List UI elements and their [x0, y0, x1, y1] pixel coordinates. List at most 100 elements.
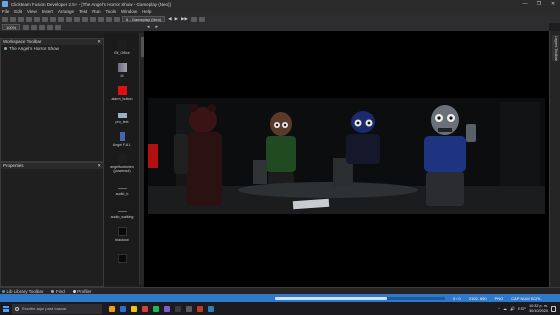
taskbar-app-icon[interactable] [139, 302, 150, 315]
object-item[interactable]: audio_walking [104, 197, 139, 220]
zoom-dropdown[interactable]: 100% [2, 24, 21, 30]
menu-view[interactable]: View [27, 9, 37, 14]
object-item[interactable]: III [104, 56, 139, 79]
frame-dropdown[interactable]: 6 - Gameplay (Neo) [122, 16, 166, 22]
tab-label: Lib Library Toolbar [6, 288, 44, 294]
center-icon[interactable] [39, 24, 46, 30]
zoom-in-icon[interactable] [23, 24, 30, 30]
object-item[interactable]: audio_b [104, 174, 139, 197]
object-label: audio_walking [110, 215, 134, 219]
notification-icon[interactable] [551, 305, 556, 312]
tab-library-toolbar[interactable]: Lib Library Toolbar [2, 289, 43, 294]
clock[interactable]: 10:32 p. m. 30/10/2020 [529, 304, 548, 313]
minimize-button[interactable]: — [518, 1, 532, 7]
language-indicator[interactable]: ESP [518, 306, 526, 311]
object-thumbnail [119, 132, 125, 141]
object-thumbnail [117, 63, 127, 72]
object-item[interactable]: pro_text [104, 102, 139, 125]
prev-frame-button[interactable]: ◀ [168, 16, 171, 22]
volume-icon[interactable]: 🔊 [510, 306, 515, 311]
object-label: alarm_button [111, 97, 133, 101]
cut-icon[interactable] [26, 16, 32, 22]
object-label: Angel F.A.I. [112, 143, 132, 147]
main-toolbar: 6 - Gameplay (Neo) ◀ ▶ ▶▶ [0, 15, 560, 23]
storyboard-icon[interactable] [90, 16, 96, 22]
menu-file[interactable]: File [2, 9, 9, 14]
tree-item-application[interactable]: The Angel's Horror Show [1, 45, 103, 52]
object-item[interactable] [104, 243, 139, 266]
last-frame-button[interactable]: ▶▶ [181, 16, 188, 22]
profiler-icon [72, 289, 76, 293]
app-icon [119, 305, 126, 312]
taskbar-app-icon[interactable] [183, 302, 194, 315]
menu-edit[interactable]: Edit [14, 9, 22, 14]
game-scene-view[interactable] [148, 98, 545, 214]
bottom-dock-tabs: Lib Library Toolbar Find Profiler [0, 287, 560, 294]
app-icon [174, 305, 181, 312]
close-button[interactable]: ✕ [546, 1, 560, 7]
tab-profiler[interactable]: Profiler [72, 289, 91, 294]
run-app-icon[interactable] [66, 16, 72, 22]
taskbar-app-icon[interactable] [128, 302, 139, 315]
menu-insert[interactable]: Insert [42, 9, 53, 14]
object-label: III [120, 74, 124, 78]
menu-window[interactable]: Window [121, 9, 137, 14]
save-icon[interactable] [18, 16, 24, 22]
snap-icon[interactable] [198, 16, 205, 22]
tab-scroll-left-icon[interactable]: ◂ [144, 24, 153, 30]
maximize-button[interactable]: ❐ [532, 1, 546, 7]
tab-label: Find [55, 288, 65, 294]
app-icon [2, 1, 8, 7]
tab-find[interactable]: Find [51, 288, 65, 294]
taskbar-app-icon[interactable] [161, 302, 172, 315]
event-editor-icon[interactable] [106, 16, 112, 22]
menu-tools[interactable]: Tools [106, 9, 117, 14]
onedrive-icon[interactable]: ☁ [503, 306, 507, 311]
menu-help[interactable]: Help [142, 9, 151, 14]
frame-editor-canvas[interactable] [144, 31, 549, 287]
taskbar-search-box[interactable]: Escribe aquí para buscar [12, 303, 102, 314]
frame-editor-icon[interactable] [98, 16, 104, 22]
tab-scroll-right-icon[interactable]: ▸ [153, 24, 162, 30]
redo-icon[interactable] [58, 16, 64, 22]
object-label: pro_text [115, 120, 129, 124]
menu-run[interactable]: Run [92, 9, 100, 14]
next-frame-button[interactable]: ▶ [175, 16, 178, 22]
taskbar-app-icon[interactable] [172, 302, 183, 315]
taskbar-app-icon[interactable] [117, 302, 128, 315]
menu-test[interactable]: Test [79, 9, 87, 14]
open-icon[interactable] [10, 16, 16, 22]
status-size: PNG [494, 295, 504, 301]
new-icon[interactable] [2, 16, 8, 22]
properties-close-icon[interactable]: ✕ [97, 163, 101, 169]
taskbar-app-icon[interactable] [194, 302, 205, 315]
tray-overflow-icon[interactable]: ^ [498, 306, 500, 311]
undo-icon[interactable] [50, 16, 56, 22]
taskbar-app-icon[interactable] [150, 302, 161, 315]
copy-icon[interactable] [34, 16, 40, 22]
zoom-out-icon[interactable] [31, 24, 38, 30]
workspace-close-icon[interactable]: ✕ [97, 39, 101, 45]
secondary-toolbar: 100% [0, 23, 145, 31]
taskbar-app-icon[interactable] [106, 302, 117, 315]
application-icon [4, 47, 7, 50]
event-list-icon[interactable] [114, 16, 120, 22]
layers-icon[interactable] [47, 24, 54, 30]
grid-icon[interactable] [190, 16, 197, 22]
align-icon[interactable] [55, 24, 62, 30]
layers-toolbar-tab[interactable]: Layers Toolbar [552, 35, 559, 61]
properties-panel: Properties ✕ [0, 162, 104, 287]
object-item[interactable]: blackout [104, 220, 139, 243]
taskbar-app-icon[interactable] [205, 302, 216, 315]
object-item[interactable]: Elf_Office [104, 33, 139, 56]
start-button[interactable] [0, 302, 12, 315]
run-frame-icon[interactable] [74, 16, 80, 22]
menu-arrange[interactable]: Arrange [58, 9, 74, 14]
window-title: Clickteam Fusion Developer 2.5+ - [The A… [11, 1, 171, 7]
object-item[interactable]: Angel F.A.I. [104, 125, 139, 148]
clock-date: 30/10/2020 [528, 308, 548, 313]
paste-icon[interactable] [42, 16, 48, 22]
object-item[interactable]: angelfuntomen (powerout) [104, 148, 139, 174]
object-item[interactable]: alarm_button [104, 79, 139, 102]
build-icon[interactable] [82, 16, 88, 22]
